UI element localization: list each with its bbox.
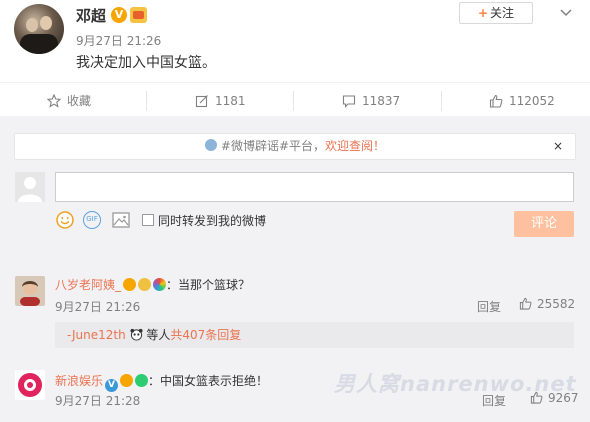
chevron-down-icon[interactable] [556, 2, 576, 22]
like-count: 112052 [509, 94, 555, 108]
plus-icon: + [477, 6, 489, 20]
repost-count: 1181 [215, 94, 246, 108]
author-avatar[interactable] [14, 4, 64, 54]
comment-text: ：当那个篮球？ [166, 278, 251, 292]
avatar-face-right [40, 16, 52, 30]
repost-checkbox[interactable] [142, 214, 154, 226]
sub-reply-link[interactable]: 共407条回复 [170, 328, 241, 342]
star-icon [46, 93, 62, 108]
reply-button[interactable]: 回复 [477, 298, 501, 315]
notice-link[interactable]: 欢迎查阅！ [325, 139, 385, 153]
commenter-avatar[interactable] [15, 370, 45, 400]
favorite-button[interactable]: 收藏 [46, 92, 92, 110]
comment-text: ：中国女篮表示拒绝！ [148, 374, 269, 388]
gif-icon[interactable]: GIF [83, 211, 101, 229]
commenter-avatar[interactable] [15, 276, 45, 306]
blue-verified-icon: V [105, 379, 119, 392]
repost-icon [195, 95, 208, 108]
vip-crown-icon [123, 278, 137, 291]
comment-line: 新浪娱乐 V ：中国女篮表示拒绝！ [55, 372, 268, 392]
vip-crown-icon [120, 374, 134, 387]
close-icon[interactable]: × [553, 134, 563, 159]
favorite-label: 收藏 [67, 94, 92, 108]
comment-time[interactable]: 9月27日 21:28 [55, 392, 140, 409]
comment-like-button[interactable]: 25582 [519, 297, 575, 311]
commenter-name[interactable]: 新浪娱乐 [55, 374, 103, 388]
follow-button[interactable]: + 关注 [459, 2, 533, 24]
green-badge-icon [135, 374, 149, 387]
post-time[interactable]: 9月27日 21:26 [76, 32, 161, 49]
repost-button[interactable]: 1181 [195, 92, 246, 110]
image-icon[interactable] [111, 210, 131, 230]
panda-icon [130, 328, 147, 342]
action-divider [441, 91, 442, 111]
default-avatar-icon [18, 177, 42, 202]
avatar-figure [20, 34, 58, 54]
colorful-badge-icon [153, 278, 167, 291]
comment-line: 八岁老阿姨_ ：当那个篮球？ [55, 276, 250, 293]
sub-replies-bar[interactable]: -June12th 等人共407条回复 [55, 322, 574, 348]
action-divider [293, 91, 294, 111]
sina-ent-logo-icon [15, 370, 45, 400]
comment-icon [342, 95, 356, 108]
repost-checkbox-label[interactable]: 同时转发到我的微博 [158, 212, 266, 229]
vip-crown-icon [130, 7, 147, 23]
like-button[interactable]: 112052 [489, 92, 555, 110]
follow-label: 关注 [490, 6, 515, 20]
emoji-icon[interactable] [55, 210, 75, 230]
rumor-notice-banner: #微博辟谣#平台，欢迎查阅！ × [14, 133, 576, 160]
submit-comment-button[interactable]: 评论 [514, 211, 574, 237]
commenter-photo [15, 276, 45, 306]
comment-like-count: 25582 [537, 297, 576, 311]
thumbs-up-icon [519, 297, 532, 310]
comment-count: 11837 [362, 94, 401, 108]
weibo-post: 邓超 V 9月27日 21:26 我决定加入中国女篮。 + 关注 [0, 0, 590, 82]
comment-button[interactable]: 11837 [342, 92, 400, 110]
sub-reply-middle: 等人 [146, 328, 171, 342]
comment-time[interactable]: 9月27日 21:26 [55, 298, 140, 315]
post-action-bar: 收藏 1181 11837 112052 [0, 82, 590, 116]
author-name[interactable]: 邓超 [76, 5, 106, 26]
comment-input[interactable] [55, 172, 574, 202]
level-badge-icon [138, 278, 152, 291]
sub-reply-user[interactable]: -June12th [67, 328, 126, 342]
my-avatar [15, 172, 45, 202]
avatar-face-left [26, 18, 38, 32]
post-content: 我决定加入中国女篮。 [76, 55, 216, 71]
action-divider [146, 91, 147, 111]
verified-badge-icon: V [111, 7, 127, 23]
info-icon [204, 139, 217, 151]
commenter-name[interactable]: 八岁老阿姨_ [55, 278, 121, 292]
site-watermark: 男人窝nanrenwo.net [334, 372, 577, 396]
notice-text: #微博辟谣#平台， [220, 139, 326, 153]
thumbs-up-icon [489, 94, 503, 108]
